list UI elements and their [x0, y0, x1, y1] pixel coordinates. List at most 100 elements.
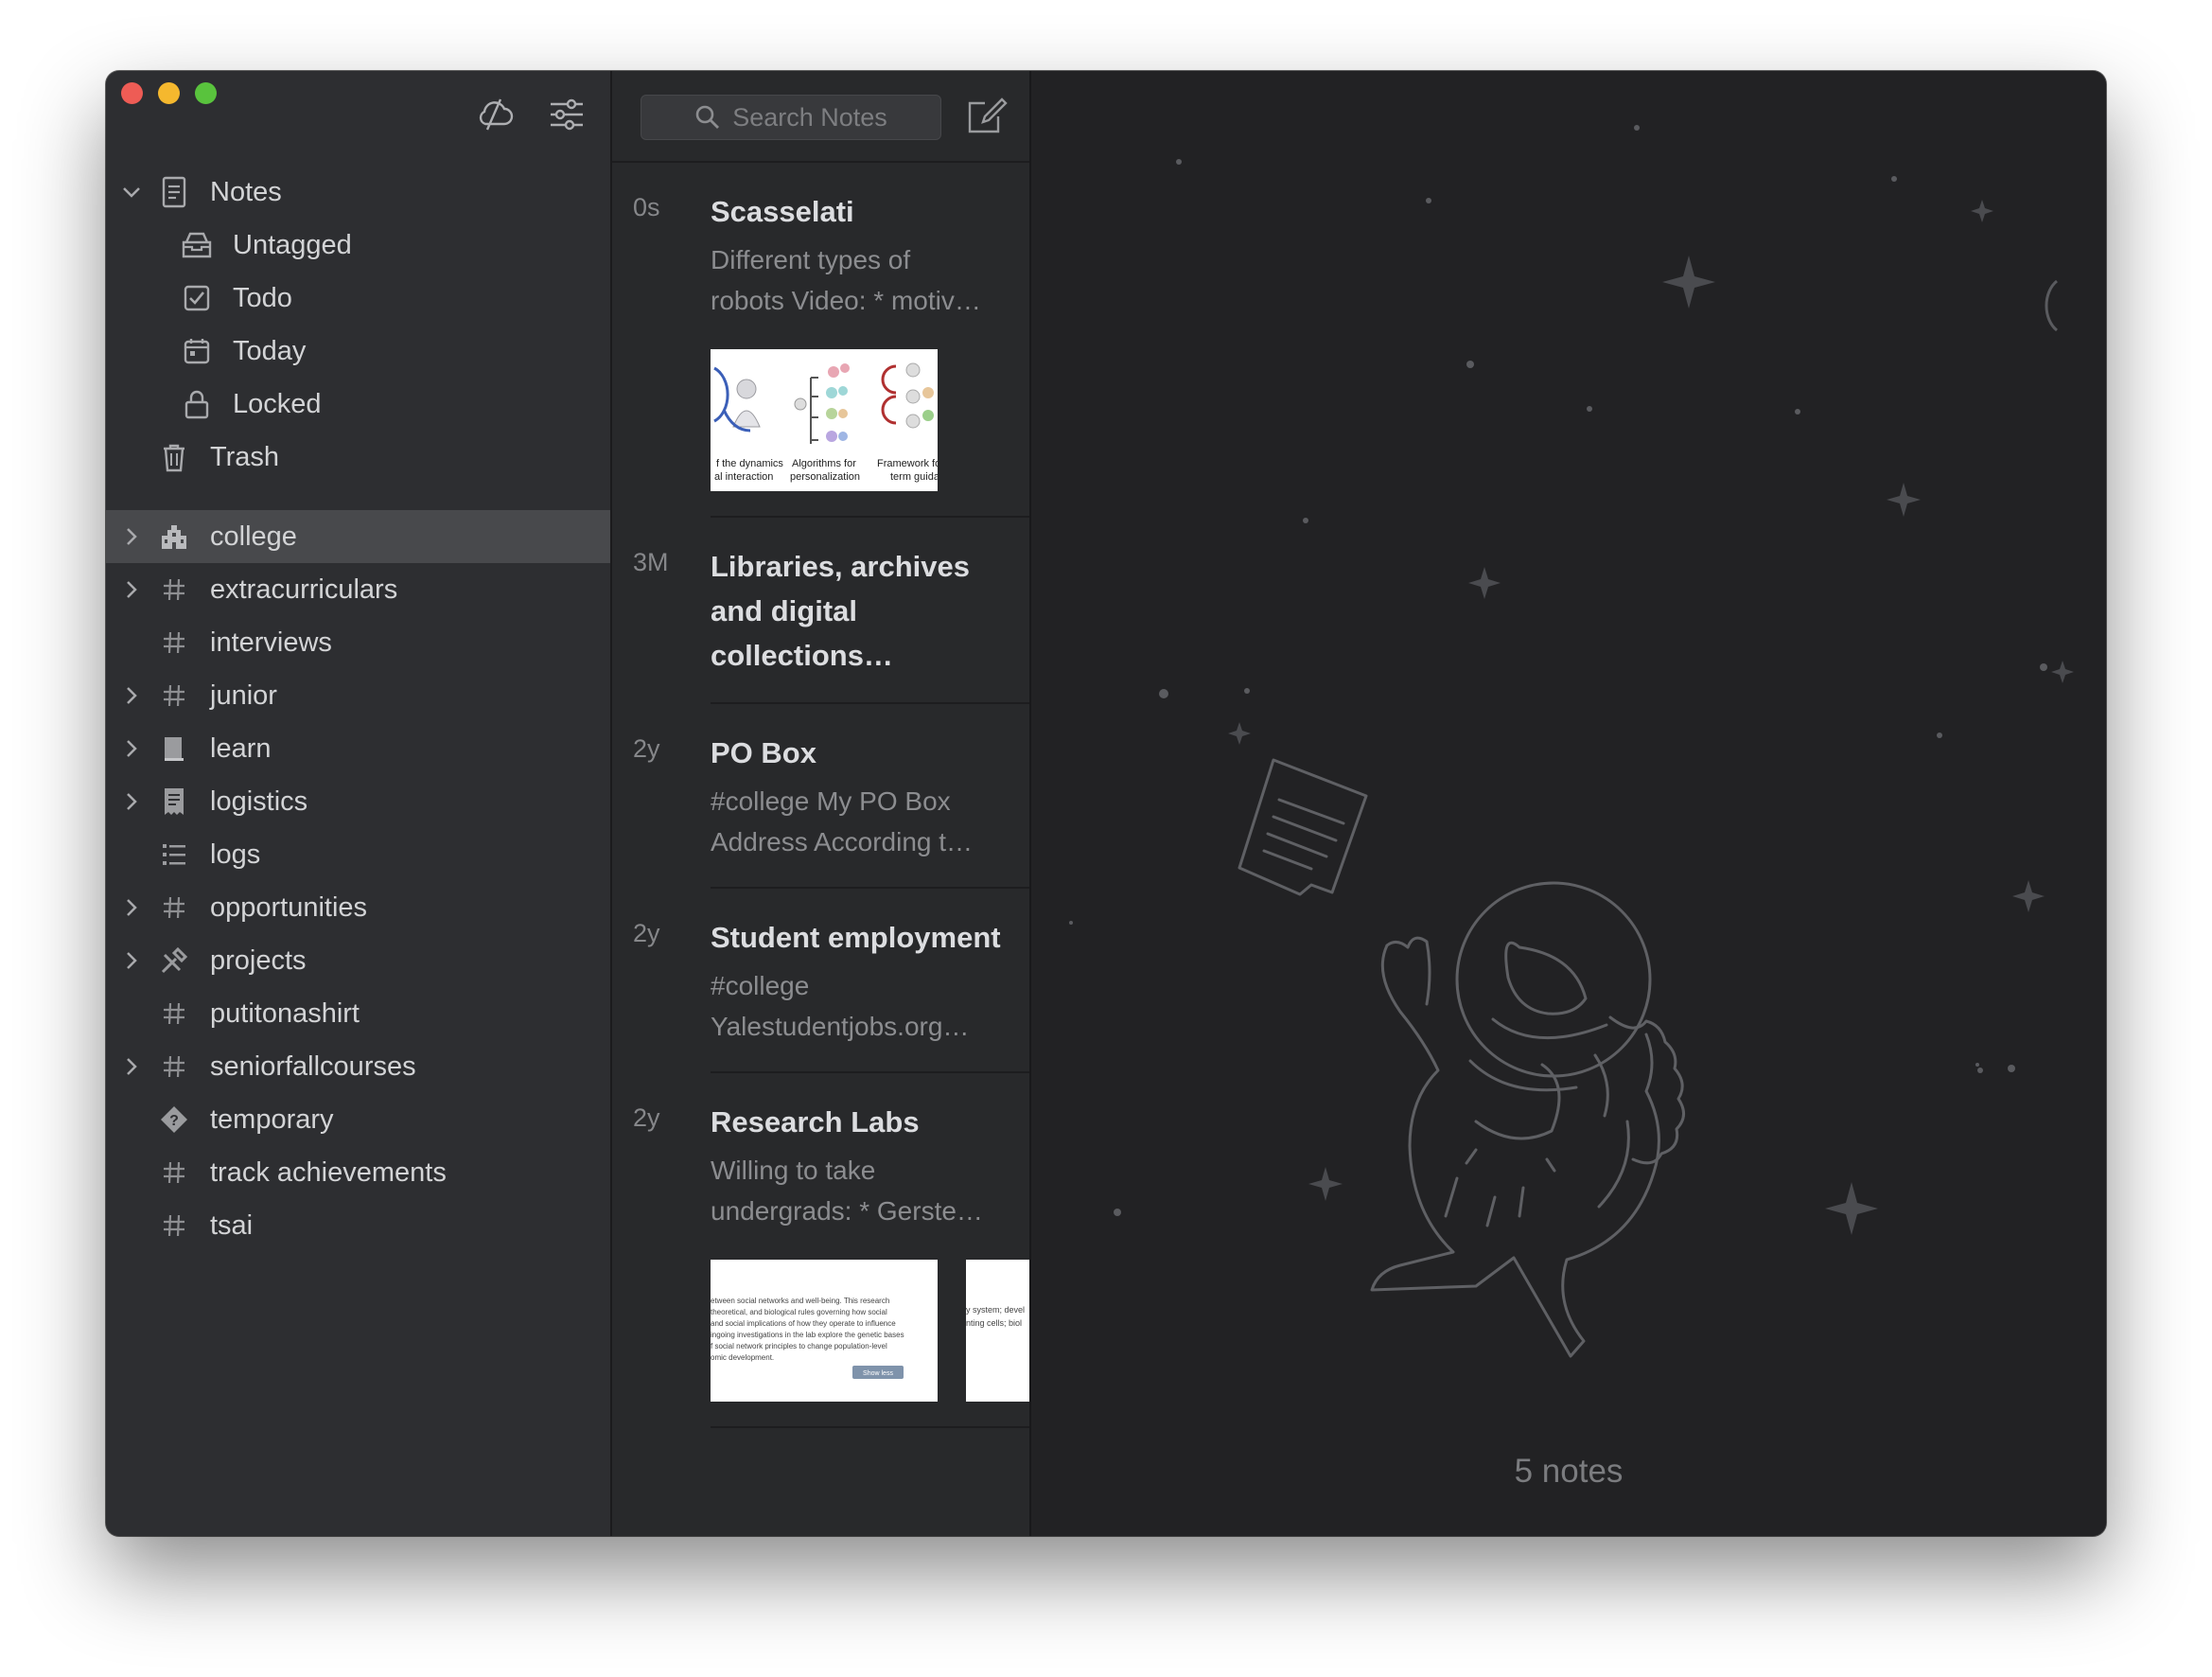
sidebar-tag-learn[interactable]: learn [106, 722, 610, 775]
stars [1069, 125, 2047, 1216]
calendar-icon [180, 334, 214, 368]
note-age: 2y [633, 919, 660, 947]
note-title: Libraries, archives and digital collecti… [711, 544, 1029, 678]
tag-list: college extracurriculars interviews junior l… [106, 510, 610, 1252]
note-attachments: f the dynamics al interaction Algorithms… [711, 349, 1029, 491]
space-bear-illustration [1069, 125, 2074, 1358]
thumb-caption: personalization [790, 471, 860, 483]
attachment-thumbnail[interactable]: y system; devel nting cells; biol [966, 1260, 1029, 1402]
sidebar-toolbar [474, 94, 588, 135]
sidebar-nav: Notes Untagged Todo Today Locked Trash c… [106, 166, 610, 1252]
app-window: Notes Untagged Todo Today Locked Trash c… [106, 71, 2106, 1536]
thumb-text-line: f social network principles to change po… [711, 1342, 887, 1350]
sidebar-tag-tsai[interactable]: tsai [106, 1199, 610, 1252]
thumb-caption: term guida [890, 471, 938, 483]
sidebar-tag-label: projects [210, 944, 307, 976]
close-window-button[interactable] [121, 82, 143, 104]
thumb-caption: al interaction [714, 471, 773, 483]
chevron-right-icon[interactable] [119, 683, 144, 708]
note-title: Research Labs [711, 1105, 920, 1139]
sidebar-tag-label: learn [210, 733, 272, 764]
chevron-down-icon[interactable] [119, 180, 144, 204]
chevron-right-icon[interactable] [119, 1054, 144, 1079]
new-note-button[interactable] [965, 95, 1009, 138]
chevron-right-icon[interactable] [119, 577, 144, 602]
preview-line: #college My PO Box [711, 786, 951, 816]
preview-line: robots Video: * motiv… [711, 286, 981, 315]
chevron-right-icon[interactable] [119, 524, 144, 549]
note-item[interactable]: 3M Libraries, archives and digital colle… [612, 518, 1029, 704]
sidebar-tag-projects[interactable]: projects [106, 934, 610, 987]
sidebar-item-notes[interactable]: Notes [106, 166, 610, 219]
hashtag-icon [157, 573, 191, 607]
sidebar-tag-seniorfallcourses[interactable]: seniorfallcourses [106, 1040, 610, 1093]
note-age: 2y [633, 734, 660, 763]
sidebar-tag-extracurriculars[interactable]: extracurriculars [106, 563, 610, 616]
sidebar-tag-college[interactable]: college [106, 510, 610, 563]
sidebar-tag-putitonashirt[interactable]: putitonashirt [106, 987, 610, 1040]
untagged-icon [180, 228, 214, 262]
preview-line: undergrads: * Gerste… [711, 1196, 983, 1226]
preview-line: #college [711, 971, 810, 1000]
note-title: Scasselati [711, 195, 854, 228]
sidebar-tag-label: tsai [210, 1209, 254, 1241]
sidebar-item-locked[interactable]: Locked [106, 378, 610, 431]
sidebar-tag-label: temporary [210, 1103, 334, 1135]
attachment-thumbnail[interactable]: f the dynamics al interaction Algorithms… [711, 349, 938, 491]
hashtag-icon [157, 1209, 191, 1243]
note-item[interactable]: 2y Research Labs Willing to take undergr… [612, 1073, 1029, 1428]
sidebar-item-trash[interactable]: Trash [106, 431, 610, 484]
thumb-text-line: y system; devel [966, 1305, 1025, 1315]
sidebar-tag-temporary[interactable]: ? temporary [106, 1093, 610, 1146]
sidebar-tag-label: logs [210, 838, 261, 870]
chevron-right-icon[interactable] [119, 789, 144, 814]
webpage-text-image: etween social networks and well-being. T… [711, 1260, 938, 1402]
sidebar-tag-junior[interactable]: junior [106, 669, 610, 722]
compose-icon [968, 97, 1008, 133]
maximize-window-button[interactable] [195, 82, 217, 104]
note-item[interactable]: 2y Student employment #college Yalestude… [612, 889, 1029, 1073]
attachment-thumbnail[interactable]: etween social networks and well-being. T… [711, 1260, 938, 1402]
sidebar-item-untagged[interactable]: Untagged [106, 219, 610, 272]
hashtag-icon [157, 891, 191, 925]
sidebar-tag-interviews[interactable]: interviews [106, 616, 610, 669]
thumb-caption: Framework fo [877, 458, 938, 469]
sidebar-item-label: Locked [233, 388, 322, 419]
sidebar-tag-logs[interactable]: logs [106, 828, 610, 881]
sidebar-tag-label: interviews [210, 627, 332, 658]
sidebar-tag-logistics[interactable]: logistics [106, 775, 610, 828]
sync-off-button[interactable] [474, 94, 516, 135]
sidebar-tag-track-achievements[interactable]: track achievements [106, 1146, 610, 1199]
chevron-right-icon[interactable] [119, 948, 144, 973]
lock-icon [180, 387, 214, 421]
search-input[interactable]: Search Notes [641, 95, 941, 140]
chevron-right-icon[interactable] [119, 736, 144, 761]
paper-icon [1238, 758, 1368, 896]
sidebar-item-today[interactable]: Today [106, 325, 610, 378]
note-item[interactable]: 2y PO Box #college My PO Box Address Acc… [612, 704, 1029, 889]
thumb-text-line: ingoing investigations in the lab explor… [711, 1331, 904, 1339]
filter-settings-button[interactable] [546, 94, 588, 135]
sidebar-tag-label: junior [210, 680, 277, 711]
receipt-icon [157, 785, 191, 819]
sidebar-item-label: Trash [210, 441, 280, 472]
sidebar-item-label: Todo [233, 282, 292, 313]
thumb-text-line: omic development. [711, 1353, 774, 1362]
title-line: Libraries, archives [711, 550, 970, 583]
note-item[interactable]: 0s Scasselati Different types of robots … [612, 163, 1029, 518]
note-preview: Willing to take undergrads: * Gerste… [711, 1150, 1029, 1231]
sidebar-tag-label: college [210, 521, 297, 552]
sidebar-tag-label: extracurriculars [210, 574, 398, 605]
bear-astronaut [1370, 881, 1685, 1358]
note-preview: #college My PO Box Address According t… [711, 781, 1029, 862]
thumb-text-line: theoretical, and biological rules govern… [711, 1308, 887, 1316]
sidebar-tag-opportunities[interactable]: opportunities [106, 881, 610, 934]
sidebar-item-label: Today [233, 335, 307, 366]
chevron-right-icon[interactable] [119, 895, 144, 920]
sidebar-item-todo[interactable]: Todo [106, 272, 610, 325]
sidebar-tag-label: putitonashirt [210, 997, 360, 1029]
minimize-window-button[interactable] [158, 82, 180, 104]
notes-list-panel: Search Notes 0s Scasselati Different typ… [612, 71, 1031, 1536]
search-placeholder: Search Notes [732, 102, 887, 132]
